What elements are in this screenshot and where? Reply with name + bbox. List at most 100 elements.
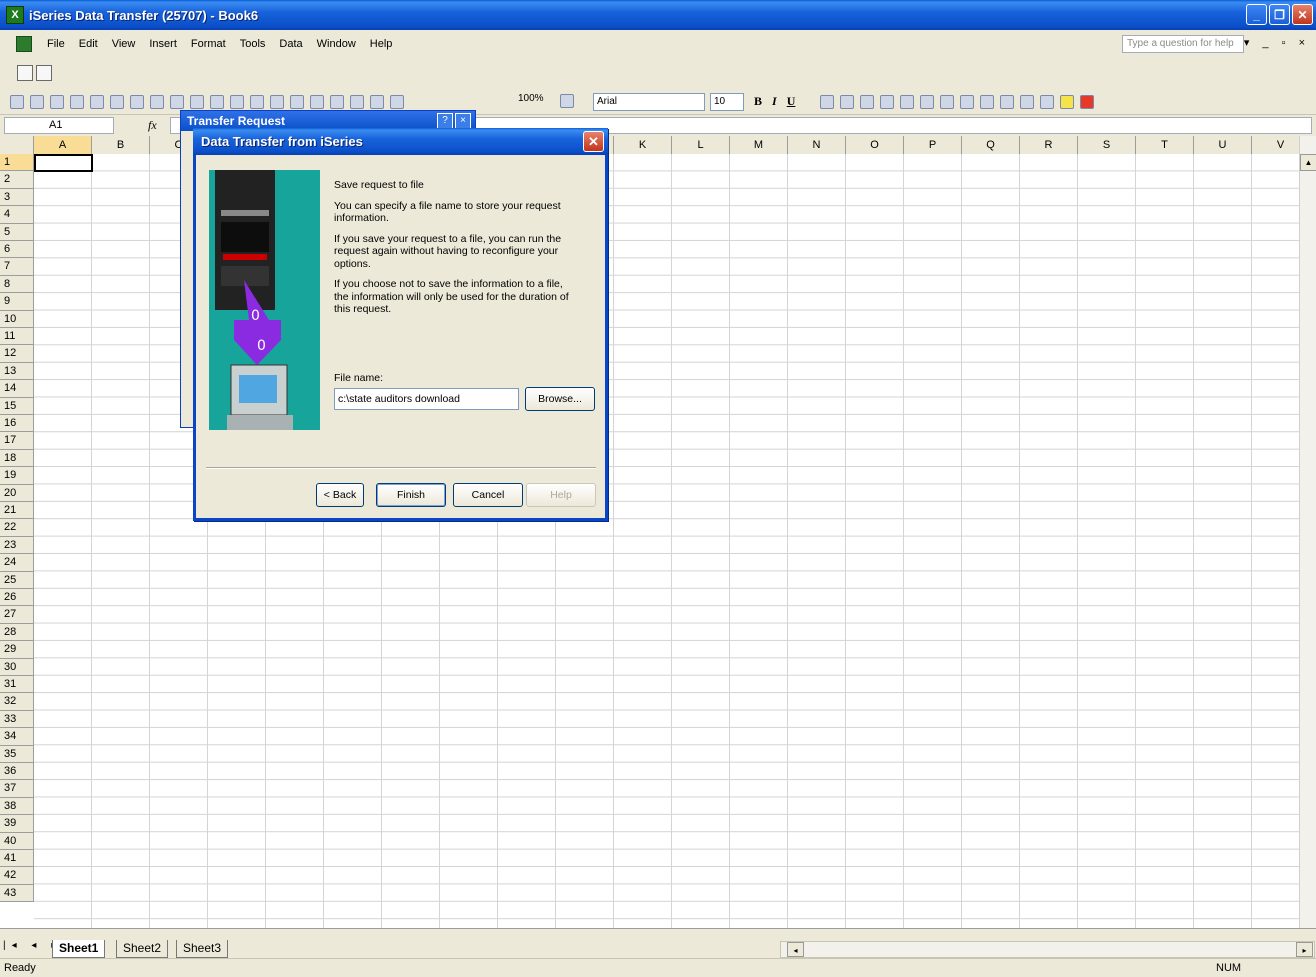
menu-tools[interactable]: Tools [233,38,273,50]
row-header[interactable]: 41 [0,850,34,868]
decrease-decimal-icon[interactable] [980,95,994,109]
row-header[interactable]: 23 [0,536,34,555]
active-cell[interactable] [34,154,93,172]
open-icon[interactable] [30,95,44,109]
cancel-button[interactable]: Cancel [453,483,523,507]
new-icon[interactable] [10,95,24,109]
transfer-from-icon[interactable] [17,65,33,81]
undo-icon[interactable] [250,95,264,109]
row-header[interactable]: 3 [0,188,34,207]
row-header[interactable]: 35 [0,745,34,763]
name-box[interactable]: A1 [4,117,114,134]
file-name-input[interactable]: c:\state auditors download [334,388,519,410]
row-header[interactable]: 2 [0,171,34,189]
menu-file[interactable]: File [40,38,72,50]
row-header[interactable]: 40 [0,832,34,850]
column-header[interactable]: N [788,136,846,154]
menu-data[interactable]: Data [272,38,309,50]
row-header[interactable]: 30 [0,658,34,676]
row-header[interactable]: 12 [0,345,34,363]
column-header[interactable]: B [92,136,150,154]
sheet-tab-2[interactable]: Sheet2 [116,940,169,958]
row-header[interactable]: 42 [0,867,34,885]
align-right-icon[interactable] [860,95,874,109]
row-header[interactable]: 7 [0,258,34,276]
sheet-tab-3[interactable]: Sheet3 [176,940,229,958]
document-window-controls[interactable]: ▾ _ ▫ × [1244,36,1310,49]
row-header[interactable]: 19 [0,467,34,485]
redo-icon[interactable] [270,95,284,109]
sheet-tab-1[interactable]: Sheet1 [52,940,106,958]
row-header[interactable]: 37 [0,780,34,798]
print-preview-icon[interactable] [130,95,144,109]
help-question-icon[interactable]: ? [437,113,453,129]
row-header[interactable]: 25 [0,571,34,589]
align-center-icon[interactable] [840,95,854,109]
dialog-close-button[interactable]: ✕ [583,131,604,152]
column-header[interactable]: U [1194,136,1252,154]
increase-decimal-icon[interactable] [960,95,974,109]
row-header[interactable]: 13 [0,362,34,381]
row-header[interactable]: 34 [0,728,34,746]
excel-app-icon[interactable]: X [6,6,24,24]
sort-descending-icon[interactable] [350,95,364,109]
comma-icon[interactable] [940,95,954,109]
row-header[interactable]: 18 [0,449,34,468]
close-button[interactable]: ✕ [1292,4,1313,25]
save-icon[interactable] [50,95,64,109]
spelling-icon[interactable] [150,95,164,109]
email-icon[interactable] [90,95,104,109]
row-header[interactable]: 6 [0,241,34,259]
transfer-to-icon[interactable] [36,65,52,81]
currency-icon[interactable] [900,95,914,109]
column-header[interactable]: P [904,136,962,154]
format-painter-icon[interactable] [230,95,244,109]
autosum-icon[interactable] [310,95,324,109]
column-header[interactable]: K [614,136,672,154]
chart-wizard-icon[interactable] [370,95,384,109]
fill-color-icon[interactable] [1060,95,1074,109]
underline-button[interactable]: U [787,94,796,109]
function-icon[interactable]: fx [148,118,157,133]
merge-center-icon[interactable] [880,95,894,109]
row-header[interactable]: 10 [0,310,34,328]
row-header[interactable]: 17 [0,432,34,450]
column-header[interactable]: S [1078,136,1136,154]
italic-button[interactable]: I [772,94,777,109]
help-button[interactable]: Help [526,483,596,507]
row-header[interactable]: 38 [0,797,34,816]
row-header[interactable]: 26 [0,589,34,607]
row-header[interactable]: 16 [0,415,34,433]
print-icon[interactable] [110,95,124,109]
row-header[interactable]: 1 [0,154,34,172]
row-header[interactable]: 24 [0,554,34,572]
permission-icon[interactable] [70,95,84,109]
row-header[interactable]: 8 [0,275,34,294]
row-header[interactable]: 43 [0,884,34,903]
close-icon[interactable]: × [455,113,471,129]
copy-icon[interactable] [190,95,204,109]
bold-button[interactable]: B [754,94,762,109]
menu-view[interactable]: View [105,38,143,50]
scroll-left-icon[interactable]: ◂ [787,942,804,957]
hyperlink-icon[interactable] [290,95,304,109]
paste-icon[interactable] [210,95,224,109]
row-header[interactable]: 27 [0,606,34,624]
row-header[interactable]: 5 [0,223,34,241]
row-header[interactable]: 22 [0,519,34,537]
percent-icon[interactable] [920,95,934,109]
menu-window[interactable]: Window [310,38,363,50]
row-header[interactable]: 9 [0,293,34,311]
help-icon[interactable] [560,94,574,108]
zoom-dropdown[interactable]: 100% [518,93,544,104]
row-header[interactable]: 15 [0,397,34,415]
menu-help[interactable]: Help [363,38,400,50]
back-button[interactable]: < Back [316,483,364,507]
column-header[interactable]: T [1136,136,1194,154]
browse-button[interactable]: Browse... [525,387,595,411]
row-header[interactable]: 29 [0,641,34,659]
row-header[interactable]: 20 [0,484,34,502]
column-header[interactable]: M [730,136,788,154]
scroll-up-icon[interactable]: ▲ [1300,154,1316,171]
select-all-corner[interactable] [0,136,34,154]
